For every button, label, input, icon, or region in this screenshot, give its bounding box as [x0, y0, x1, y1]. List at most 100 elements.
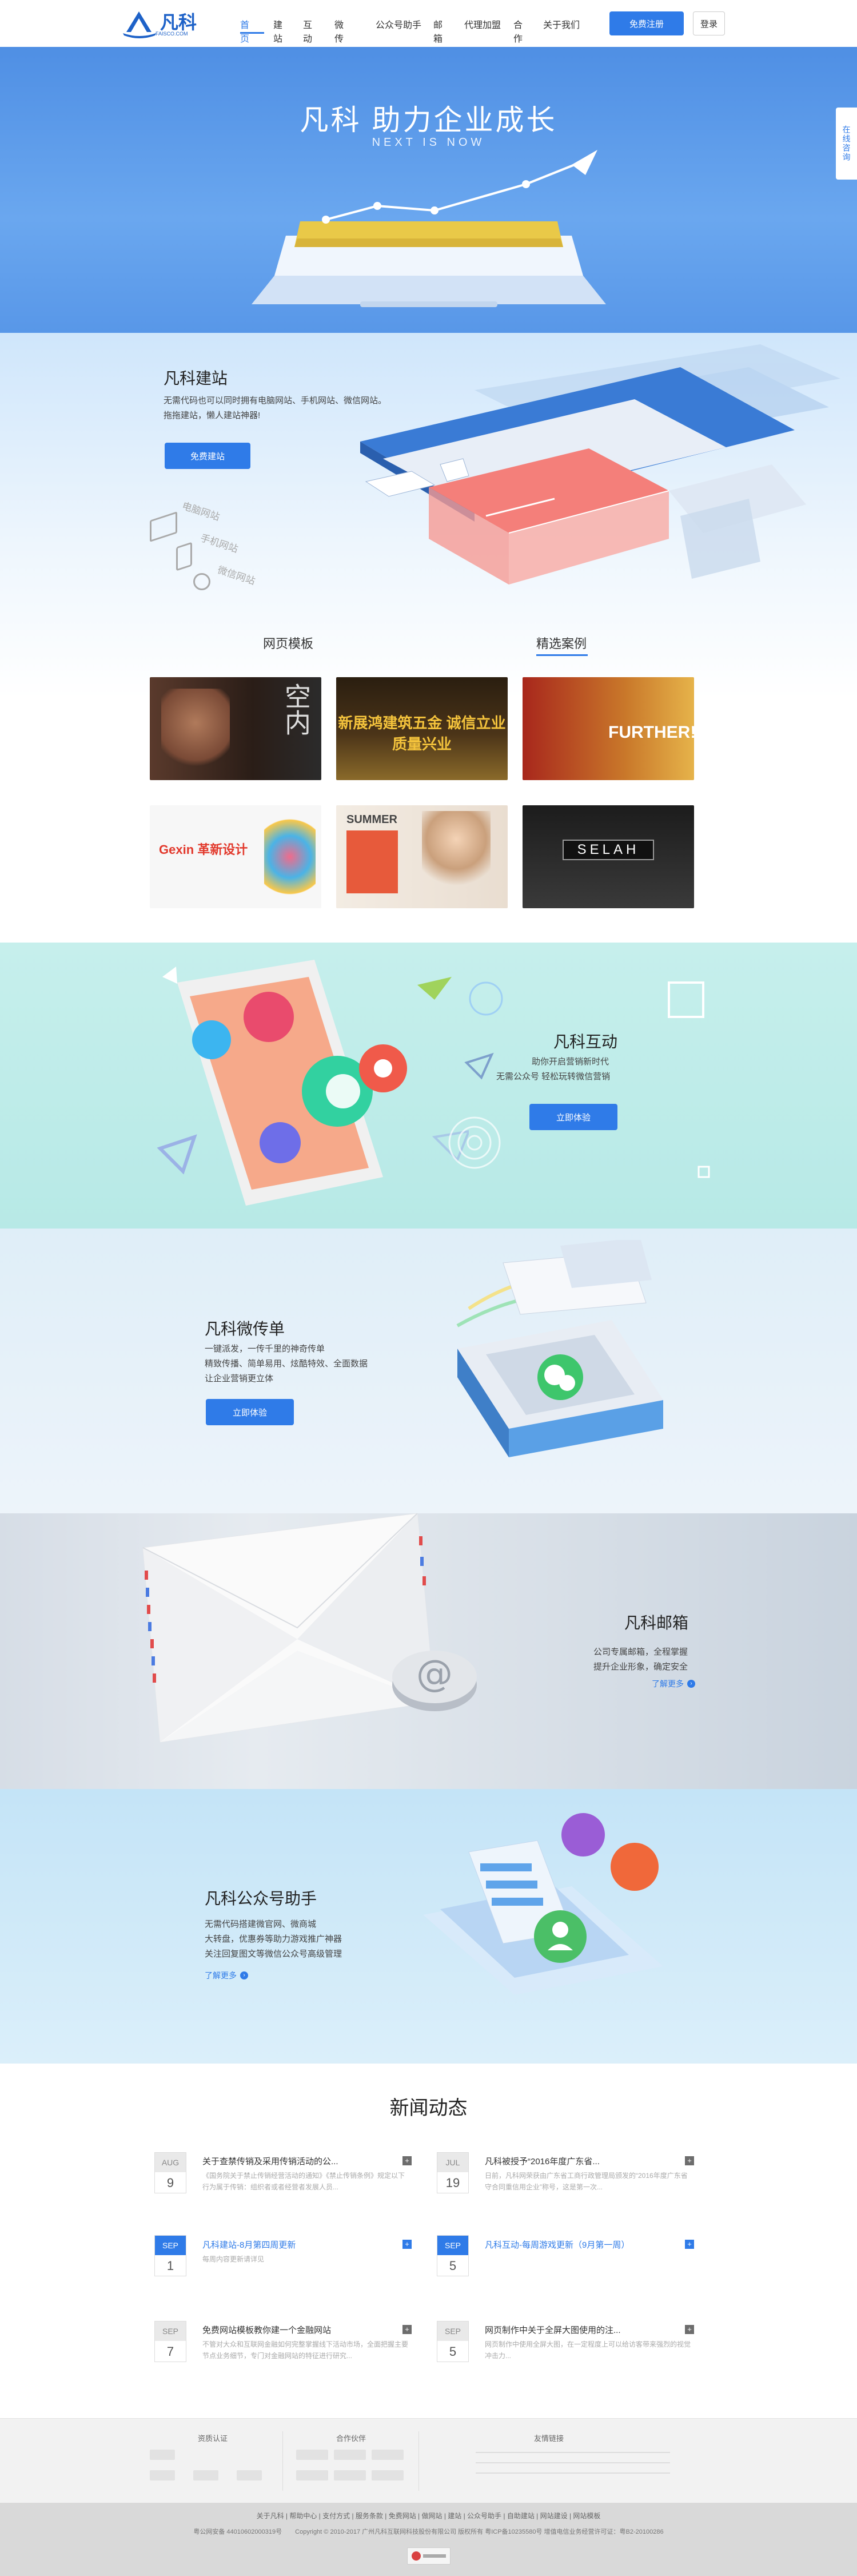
- news-item-title[interactable]: 凡科互动-每周游戏更新（9月第一周）: [485, 2239, 629, 2251]
- news-date: SEP 1: [154, 2235, 186, 2276]
- news-date: JUL 19: [437, 2152, 469, 2193]
- builder-title: 凡科建站: [164, 369, 228, 387]
- tab-cases-underline: [536, 654, 588, 656]
- flyer-illustration: [456, 1240, 663, 1457]
- badge-lines: [423, 2554, 446, 2558]
- flyer-title: 凡科微传单: [205, 1320, 285, 1338]
- partner-logo[interactable]: [296, 2450, 328, 2460]
- nav-about[interactable]: 关于我们: [543, 17, 580, 31]
- nav-mail[interactable]: 邮箱: [433, 17, 443, 45]
- nav-official[interactable]: 公众号助手: [376, 17, 421, 31]
- official-more-link[interactable]: 了解更多 ›: [205, 1970, 248, 1981]
- footer-divider: [282, 2431, 283, 2491]
- partner-logo[interactable]: [372, 2450, 404, 2460]
- news-month: SEP: [155, 2321, 186, 2341]
- plus-icon[interactable]: +: [685, 2156, 694, 2165]
- thumb-men-text: MEN 男人的天空内: [281, 683, 321, 762]
- footer-col-links-title: 友情链接: [534, 2434, 564, 2443]
- news-day: 7: [166, 2344, 174, 2359]
- news-item-title[interactable]: 凡科建站-8月第四周更新: [202, 2239, 296, 2251]
- thumb-summer[interactable]: SUMMER: [336, 805, 508, 908]
- plus-icon[interactable]: +: [402, 2240, 412, 2249]
- builder-editor-illustration: [360, 344, 840, 585]
- flyer-desc-line3: 让企业营销更立体: [205, 1374, 274, 1384]
- news-month: JUL: [437, 2153, 468, 2172]
- nav-agent[interactable]: 代理加盟: [464, 17, 501, 31]
- login-button[interactable]: 登录: [693, 11, 725, 35]
- tab-cases[interactable]: 精选案例: [536, 634, 587, 652]
- footer-col-certs-title: 资质认证: [198, 2434, 228, 2443]
- partner-logo[interactable]: [296, 2470, 328, 2480]
- thumb-summer-panel: [346, 830, 398, 893]
- nav-partner[interactable]: 合作: [513, 17, 523, 45]
- plus-icon[interactable]: +: [402, 2156, 412, 2165]
- thumb-hardware[interactable]: 新展鸿建筑五金 诚信立业 质量兴业: [336, 677, 508, 780]
- interact-title: 凡科互动: [553, 1033, 618, 1051]
- tab-templates[interactable]: 网页模板: [263, 634, 313, 652]
- news-title: 新闻动态: [389, 2097, 468, 2119]
- builder-desc-line2: 拖拖建站，懒人建站神器!: [164, 411, 261, 420]
- interact-cta-button[interactable]: 立即体验: [529, 1104, 617, 1130]
- partner-logo[interactable]: [372, 2470, 404, 2480]
- news-date: SEP 5: [437, 2321, 469, 2362]
- nav-build[interactable]: 建站: [273, 17, 282, 45]
- nav-interact[interactable]: 互动: [303, 17, 312, 45]
- friend-links-list[interactable]: [476, 2448, 670, 2477]
- police-badge[interactable]: [407, 2547, 451, 2565]
- site-header: 凡科 FAISCO.COM 首页 建站 互动 微传单 公众号助手 邮箱 代理加盟…: [0, 0, 857, 58]
- news-month: SEP: [155, 2236, 186, 2255]
- news-item-title[interactable]: 网页制作中关于全屏大图使用的注...: [485, 2324, 621, 2336]
- cert-logo[interactable]: [237, 2470, 262, 2480]
- hero-laptop-illustration: [252, 150, 606, 307]
- cert-logo[interactable]: [150, 2470, 175, 2480]
- thumb-hardware-text: 新展鸿建筑五金 诚信立业 质量兴业: [338, 714, 506, 753]
- partner-logo[interactable]: [334, 2450, 366, 2460]
- news-date: AUG 9: [154, 2152, 186, 2193]
- footer-col-partners-title: 合作伙伴: [336, 2434, 366, 2443]
- wechat-device-icon: [193, 573, 210, 590]
- mail-desc-line1: 公司专属邮箱，全程掌握: [593, 1647, 688, 1657]
- online-consult-button[interactable]: 在线咨询: [836, 108, 857, 180]
- thumb-gexin[interactable]: Gexin 革新设计: [150, 805, 321, 908]
- flyer-cta-button[interactable]: 立即体验: [206, 1399, 294, 1425]
- partner-logo[interactable]: [334, 2470, 366, 2480]
- mail-title: 凡科邮箱: [624, 1614, 689, 1632]
- nav-active-underline: [240, 32, 264, 34]
- cert-logo[interactable]: [193, 2470, 218, 2480]
- badge-icon: [412, 2551, 421, 2561]
- thumb-further[interactable]: FURTHER!: [523, 677, 694, 780]
- news-item-title[interactable]: 免费网站模板教你建一个金融网站: [202, 2324, 331, 2336]
- news-day: 19: [445, 2176, 460, 2190]
- thumb-men[interactable]: MEN 男人的天空内: [150, 677, 321, 780]
- hero-banner: 凡科 助力企业成长 NEXT IS NOW 在线咨询: [0, 47, 857, 333]
- news-item-desc: 日前，凡科网荣获由广东省工商行政管理局颁发的“2016年度广东省守合同重信用企业…: [485, 2172, 688, 2191]
- interact-desc-line1: 助你开启营销新时代: [532, 1057, 609, 1067]
- cert-logo[interactable]: [150, 2450, 175, 2460]
- plus-icon[interactable]: +: [685, 2240, 694, 2249]
- news-item-desc: 每周内容更新请详见: [202, 2255, 265, 2263]
- builder-cta-button[interactable]: 免费建站: [165, 443, 250, 469]
- official-title: 凡科公众号助手: [205, 1890, 317, 1907]
- news-month: SEP: [437, 2321, 468, 2341]
- interact-desc-line2: 无需公众号 轻松玩转微信营销: [496, 1072, 611, 1082]
- logo-icon[interactable]: [122, 7, 157, 39]
- phone-icon: [176, 542, 192, 571]
- news-date: SEP 5: [437, 2235, 469, 2276]
- plus-icon[interactable]: +: [685, 2325, 694, 2334]
- mail-more-link[interactable]: 了解更多 ›: [652, 1678, 695, 1689]
- official-illustration: [423, 1813, 663, 1995]
- thumb-selah[interactable]: SELAH: [523, 805, 694, 908]
- nav-home[interactable]: 首页: [240, 17, 249, 45]
- plus-icon[interactable]: +: [402, 2325, 412, 2334]
- official-desc-line3: 关注回复图文等微信公众号高级管理: [205, 1949, 342, 1959]
- mail-envelope-illustration: @: [142, 1513, 477, 1743]
- footer-partners: 资质认证 合作伙伴 友情链接: [0, 2418, 857, 2503]
- news-item-title[interactable]: 凡科被授予“2016年度广东省...: [485, 2155, 600, 2167]
- news-day: 5: [449, 2344, 457, 2359]
- footer-icp-text: 粤公网安备 44010602000319号: [193, 2529, 282, 2535]
- footer-links[interactable]: 关于凡科 | 帮助中心 | 支付方式 | 服务条款 | 免费网站 | 做网站 |…: [0, 2511, 857, 2521]
- register-button[interactable]: 免费注册: [609, 11, 684, 35]
- news-item-title[interactable]: 关于查禁传销及采用传销活动的公...: [202, 2155, 338, 2167]
- footer-icp: 粤公网安备 44010602000319号 Copyright © 2010-2…: [0, 2527, 857, 2536]
- device-label-desktop: 电脑网站: [181, 500, 221, 523]
